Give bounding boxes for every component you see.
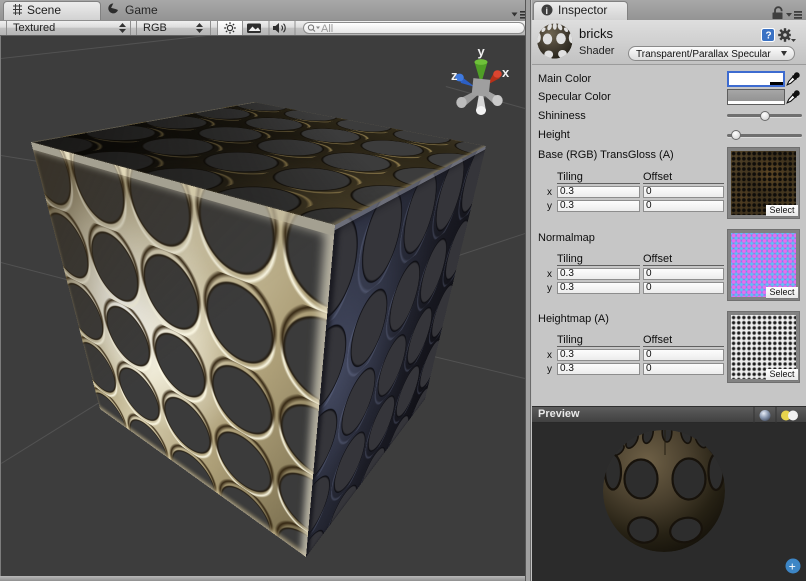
svg-text:+: + <box>789 560 796 574</box>
svg-text:y: y <box>478 44 486 59</box>
svg-text:x: x <box>502 65 510 80</box>
svg-text:i: i <box>546 6 549 16</box>
svg-text:?: ? <box>766 31 772 42</box>
svg-text:z: z <box>451 68 458 83</box>
